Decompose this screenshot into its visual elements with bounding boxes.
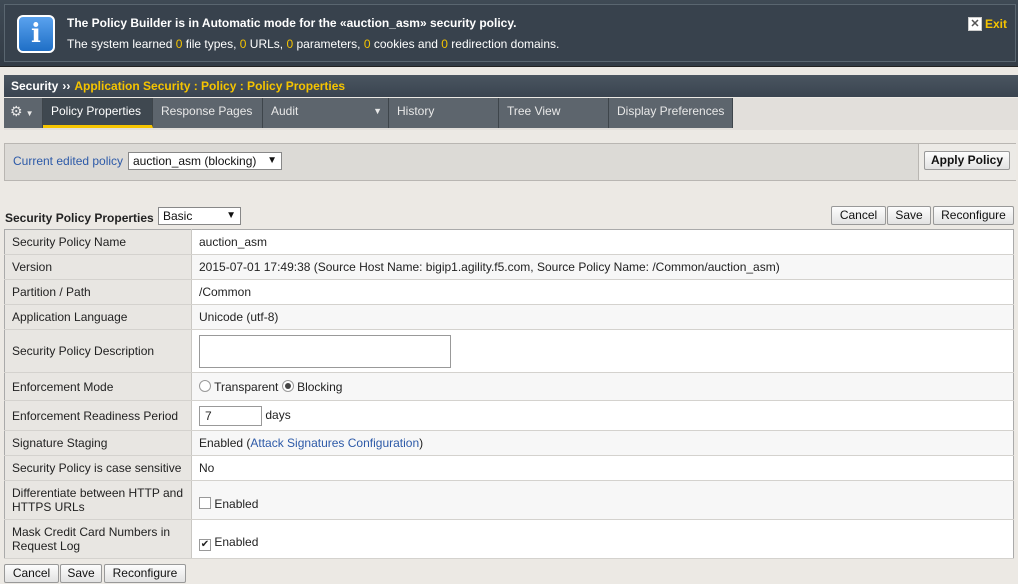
cancel-button[interactable]: Cancel	[831, 206, 886, 225]
enforcement-mode-cell: Transparent Blocking	[191, 372, 1014, 401]
property-label: Security Policy Description	[4, 329, 192, 373]
version-value: 2015-07-01 17:49:38 (Source Host Name: b…	[191, 254, 1014, 280]
language-value: Unicode (utf-8)	[191, 304, 1014, 330]
readiness-cell: 7 days	[191, 400, 1014, 431]
description-cell	[191, 329, 1014, 373]
table-row: Mask Credit Card Numbers in Request Log …	[4, 519, 1014, 559]
table-row: Enforcement Readiness Period 7 days	[4, 400, 1014, 431]
chevron-down-icon: ▼	[25, 109, 34, 118]
apply-policy-button[interactable]: Apply Policy	[924, 151, 1010, 170]
policy-builder-banner: i The Policy Builder is in Automatic mod…	[0, 0, 1018, 67]
readiness-period-input[interactable]: 7	[199, 405, 262, 426]
save-button[interactable]: Save	[887, 206, 931, 225]
current-policy-label: Current edited policy	[13, 154, 124, 168]
table-row: Security Policy Description	[4, 329, 1014, 373]
tab-display-preferences[interactable]: Display Preferences	[609, 98, 733, 128]
banner-text: URLs,	[246, 37, 287, 51]
table-row: Security Policy is case sensitive No	[4, 455, 1014, 481]
breadcrumb: Security ›› Application Security : Policy …	[4, 75, 1018, 97]
tab-bar: ⚙ ▼ Policy Properties Response Pages Audi…	[4, 98, 1018, 130]
current-policy-value: auction_asm (blocking)	[133, 154, 257, 168]
table-row: Security Policy Name auction_asm	[4, 229, 1014, 255]
banner-text: file types,	[182, 37, 240, 51]
breadcrumb-path[interactable]: Application Security : Policy : Policy P…	[74, 79, 345, 93]
property-label: Application Language	[4, 304, 192, 330]
tab-policy-properties[interactable]: Policy Properties	[43, 98, 153, 128]
table-row: Enforcement Mode Transparent Blocking	[4, 372, 1014, 401]
bottom-save-button[interactable]: Save	[60, 564, 102, 583]
settings-menu-button[interactable]: ⚙ ▼	[4, 98, 43, 128]
readiness-unit: days	[265, 407, 291, 422]
transparent-radio[interactable]	[199, 379, 211, 392]
signature-staging-cell: Enabled (Attack Signatures Configuration…	[191, 430, 1014, 456]
staging-value: Enabled (	[199, 436, 251, 450]
differentiate-checkbox[interactable]	[199, 497, 211, 509]
property-label: Differentiate between HTTP and HTTPS URL…	[4, 480, 192, 520]
gear-icon: ⚙	[10, 103, 23, 119]
exit-button[interactable]: ✕ Exit	[967, 17, 1007, 31]
table-row: Version 2015-07-01 17:49:38 (Source Host…	[4, 254, 1014, 280]
banner-prefix: The system learned	[67, 37, 176, 51]
differentiate-cell: Enabled	[191, 480, 1014, 520]
chevron-down-icon: ▼	[373, 106, 382, 116]
description-textarea[interactable]	[199, 334, 451, 368]
bottom-reconfigure-button[interactable]: Reconfigure	[104, 564, 186, 583]
properties-table: Security Policy Name auction_asm Version…	[4, 229, 1014, 559]
transparent-label: Transparent	[214, 379, 279, 394]
apply-policy-area: Apply Policy	[918, 144, 1016, 180]
tab-history[interactable]: History	[389, 98, 499, 128]
property-label: Signature Staging	[4, 430, 192, 456]
property-label: Security Policy Name	[4, 229, 192, 255]
case-sensitive-value: No	[191, 455, 1014, 481]
banner-panel: i The Policy Builder is in Automatic mod…	[4, 4, 1016, 62]
tab-tree-view[interactable]: Tree View	[499, 98, 609, 128]
view-mode-select[interactable]: Basic ▼	[158, 207, 241, 225]
tab-audit-label: Audit	[271, 104, 299, 118]
current-policy-bar: Current edited policy auction_asm (block…	[4, 143, 1016, 181]
blocking-radio[interactable]	[281, 379, 294, 392]
policy-name-value: auction_asm	[191, 229, 1014, 255]
mask-credit-card-cell: ✔ Enabled	[191, 519, 1014, 559]
view-mode-value: Basic	[163, 209, 193, 223]
banner-text: redirection domains.	[447, 37, 560, 51]
banner-title: The Policy Builder is in Automatic mode …	[67, 16, 517, 30]
partition-value: /Common	[191, 279, 1014, 305]
property-label: Version	[4, 254, 192, 280]
tab-response-pages[interactable]: Response Pages	[153, 98, 263, 128]
section-title: Security Policy Properties	[5, 211, 154, 225]
tab-audit[interactable]: Audit ▼	[263, 98, 389, 128]
banner-text: cookies and	[370, 37, 442, 51]
table-row: Differentiate between HTTP and HTTPS URL…	[4, 480, 1014, 520]
reconfigure-button[interactable]: Reconfigure	[933, 206, 1014, 225]
property-label: Partition / Path	[4, 279, 192, 305]
info-icon: i	[17, 15, 55, 53]
redirection-domains-count: 0	[441, 37, 448, 51]
blocking-label: Blocking	[297, 379, 343, 394]
close-icon: ✕	[967, 17, 982, 31]
bottom-cancel-button[interactable]: Cancel	[4, 564, 59, 583]
table-row: Application Language Unicode (utf-8)	[4, 304, 1014, 330]
mask-credit-card-checkbox[interactable]: ✔	[199, 539, 211, 551]
property-label: Enforcement Readiness Period	[4, 400, 192, 431]
breadcrumb-separator: ››	[62, 79, 71, 93]
banner-learned-summary: The system learned 0 file types, 0 URLs,…	[67, 37, 559, 51]
property-label: Enforcement Mode	[4, 372, 192, 401]
current-policy-select[interactable]: auction_asm (blocking) ▼	[128, 152, 282, 170]
mask-credit-card-label: Enabled	[214, 535, 259, 549]
chevron-down-icon: ▼	[267, 155, 277, 166]
property-label: Mask Credit Card Numbers in Request Log	[4, 519, 192, 559]
differentiate-label: Enabled	[214, 497, 259, 511]
table-row: Signature Staging Enabled (Attack Signat…	[4, 430, 1014, 456]
property-label: Security Policy is case sensitive	[4, 455, 192, 481]
exit-label: Exit	[984, 17, 1007, 31]
table-row: Partition / Path /Common	[4, 279, 1014, 305]
chevron-down-icon: ▼	[226, 210, 236, 221]
staging-close: )	[419, 436, 424, 450]
attack-signatures-link[interactable]: Attack Signatures Configuration	[250, 436, 419, 450]
banner-text: parameters,	[293, 37, 364, 51]
breadcrumb-root: Security	[11, 79, 59, 93]
cookies-count: 0	[363, 37, 371, 51]
